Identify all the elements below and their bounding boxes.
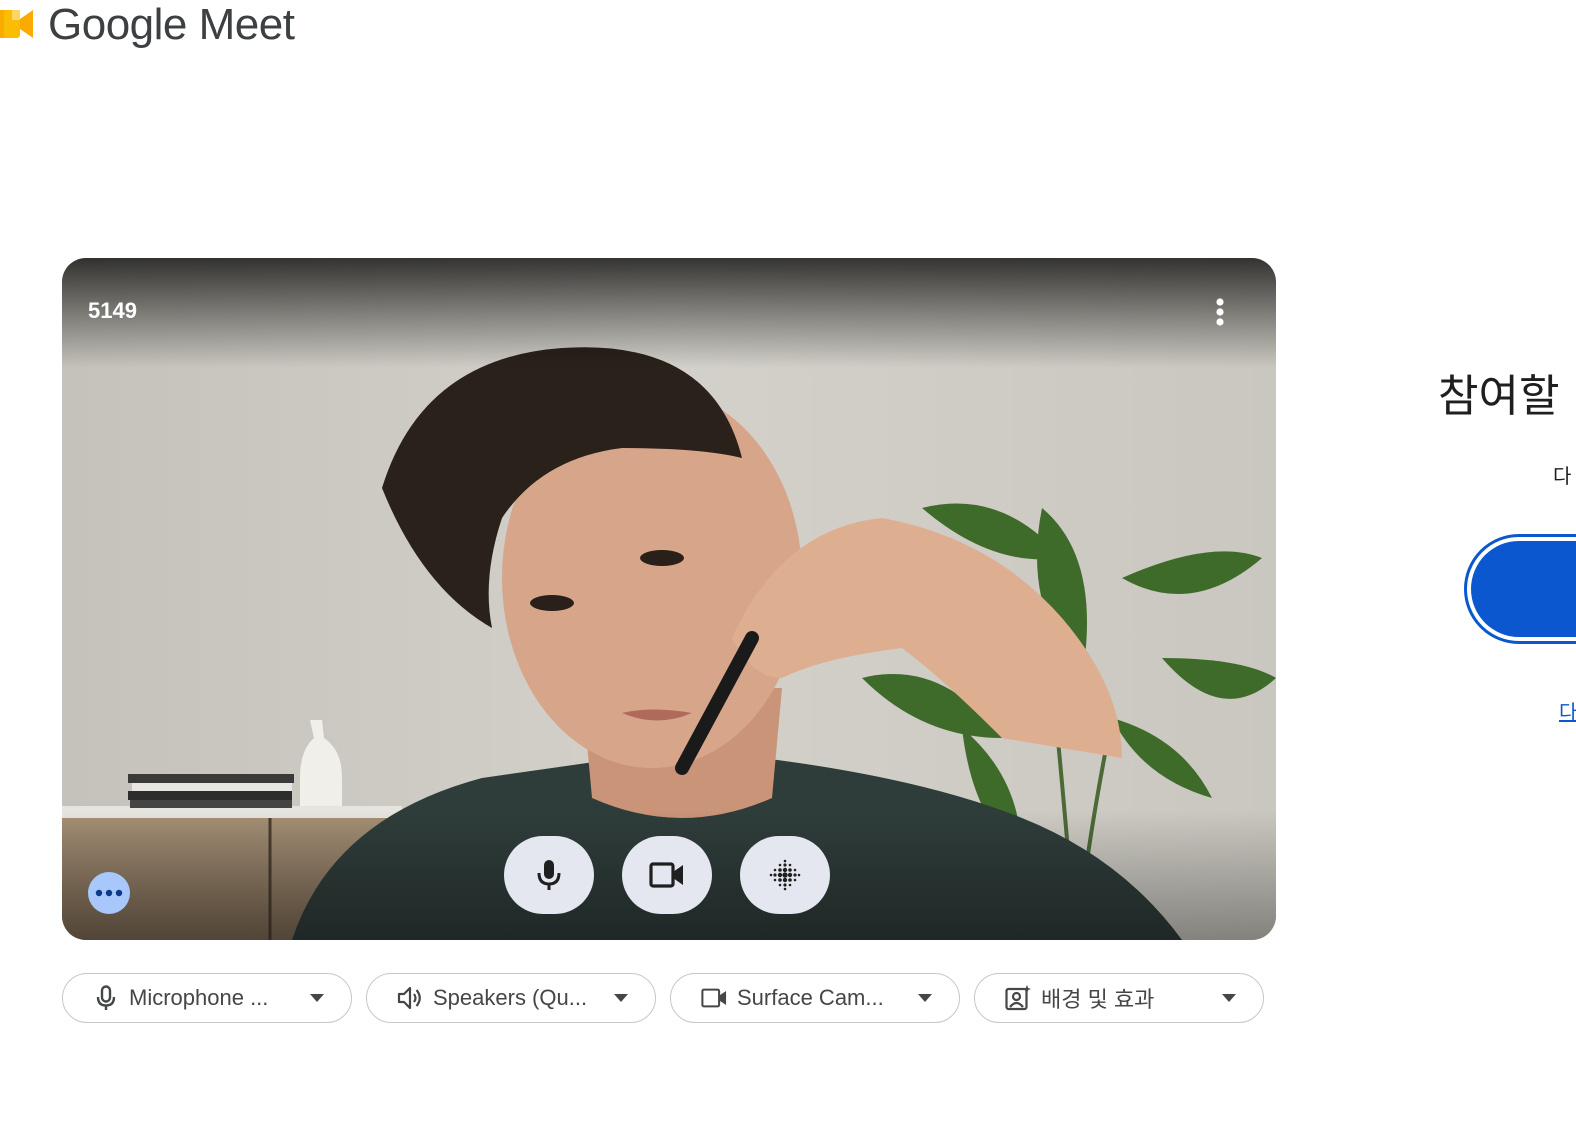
device-selectors: Microphone ... Speakers (Qu... Surface C… <box>62 973 1264 1023</box>
more-vert-icon <box>1216 298 1224 326</box>
google-meet-logo-icon <box>0 4 36 48</box>
visual-effects-button[interactable] <box>740 836 830 914</box>
camera-select[interactable]: Surface Cam... <box>670 973 960 1023</box>
speaker-icon <box>397 985 423 1011</box>
camera-select-label: Surface Cam... <box>737 985 884 1010</box>
app-title: Google Meet <box>48 0 295 49</box>
microphone-icon <box>537 860 561 890</box>
speakers-select-label: Speakers (Qu... <box>433 985 588 1010</box>
dropdown-arrow-icon <box>613 990 629 1006</box>
video-camera-icon <box>649 862 683 888</box>
background-effects-select[interactable]: 배경 및 효과 <box>974 973 1264 1023</box>
join-button-focus-ring <box>1464 534 1576 644</box>
more-horiz-icon <box>95 889 123 897</box>
camera-toggle-button[interactable] <box>622 836 712 914</box>
background-effects-label: 배경 및 효과 <box>1041 987 1155 1012</box>
more-options-button[interactable] <box>1204 296 1236 328</box>
join-now-button[interactable] <box>1471 541 1576 637</box>
join-panel-subtitle: 다 <box>1553 464 1572 488</box>
dropdown-arrow-icon <box>1221 990 1237 1006</box>
self-video-preview: 5149 <box>62 258 1276 940</box>
join-panel-title: 참여할 <box>1438 371 1560 422</box>
app-logo[interactable]: Google Meet <box>0 0 295 52</box>
microphone-select-label: Microphone ... <box>129 985 269 1010</box>
microphone-icon <box>93 985 119 1011</box>
participant-name: 5149 <box>88 298 137 323</box>
dropdown-arrow-icon <box>309 990 325 1006</box>
preview-controls <box>504 836 830 914</box>
meet-prejoin-page: Google Meet 5149 Microphone ... Speakers… <box>0 0 1576 1122</box>
microphone-select[interactable]: Microphone ... <box>62 973 352 1023</box>
dropdown-arrow-icon <box>917 990 933 1006</box>
more-effects-button[interactable] <box>88 872 130 914</box>
speakers-select[interactable]: Speakers (Qu... <box>366 973 656 1023</box>
microphone-toggle-button[interactable] <box>504 836 594 914</box>
background-effects-icon <box>1005 985 1031 1011</box>
preview-top-gradient <box>62 258 1276 368</box>
video-camera-icon <box>701 985 727 1011</box>
other-join-options-link[interactable]: 다 <box>1559 696 1576 725</box>
visual-effects-icon <box>769 859 801 891</box>
